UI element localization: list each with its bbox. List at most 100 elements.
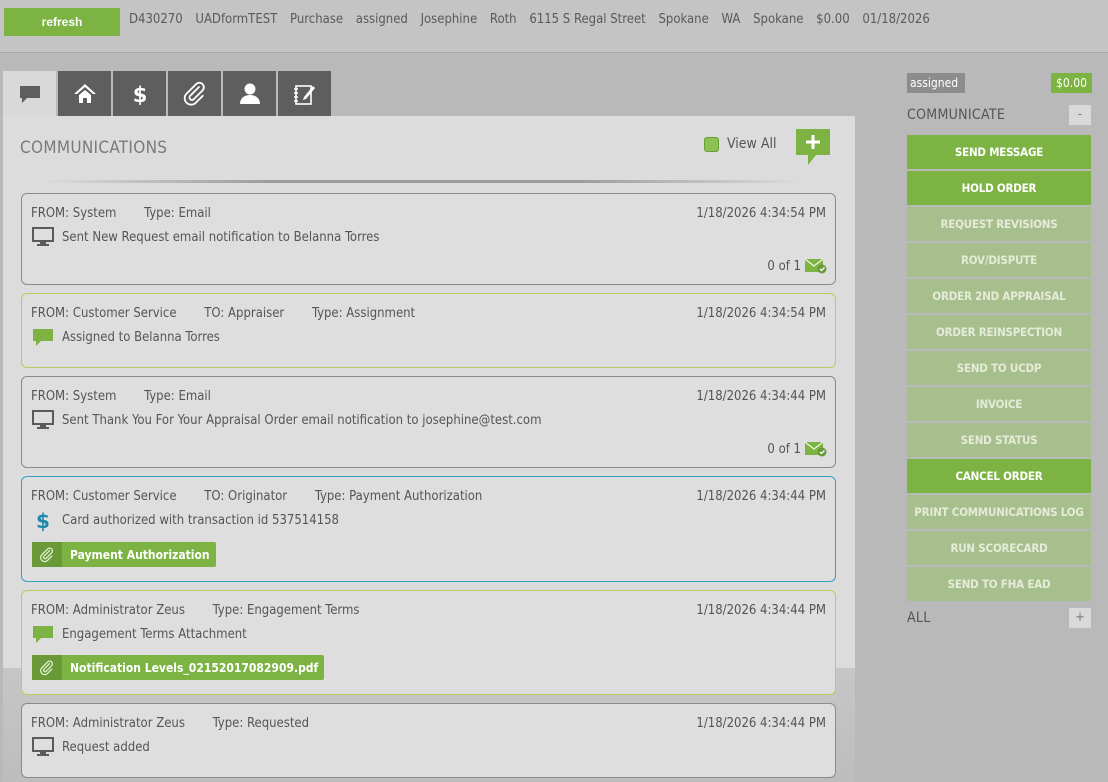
- message-date: 1/18/2026 4:34:44 PM: [696, 389, 826, 404]
- rov-dispute-button[interactable]: ROV/DISPUTE: [907, 243, 1091, 277]
- message-type: Type: Email: [144, 389, 211, 404]
- read-receipt-count[interactable]: 0 of 1: [767, 441, 827, 457]
- property-state: WA: [721, 12, 741, 27]
- order-tabs: $: [3, 71, 333, 116]
- communicate-actions: SEND MESSAGE HOLD ORDER REQUEST REVISION…: [907, 135, 1091, 603]
- message-card[interactable]: FROM: Administrator Zeus Type: Engagemen…: [21, 590, 836, 695]
- property-city: Spokane: [658, 12, 709, 27]
- status-badge: assigned: [907, 73, 965, 93]
- hold-order-button[interactable]: HOLD ORDER: [907, 171, 1091, 205]
- message-type: Type: Payment Authorization: [314, 489, 483, 504]
- message-date: 1/18/2026 4:34:44 PM: [696, 603, 826, 618]
- message-from: FROM: Administrator Zeus: [31, 716, 185, 731]
- attachments-tab[interactable]: [168, 71, 221, 116]
- message-text: Engagement Terms Attachment: [62, 626, 247, 642]
- notes-tab[interactable]: [278, 71, 331, 116]
- message-type: Type: Assignment: [311, 306, 416, 321]
- message-date: 1/18/2026 4:34:54 PM: [696, 206, 826, 221]
- form-type: UADformTEST: [195, 12, 278, 27]
- cancel-order-button[interactable]: CANCEL ORDER: [907, 459, 1091, 493]
- message-card[interactable]: FROM: Administrator Zeus Type: Requested…: [21, 703, 836, 778]
- message-text: Card authorized with transaction id 5375…: [62, 512, 339, 528]
- message-from: FROM: System: [31, 389, 117, 404]
- view-all-checkbox[interactable]: [704, 136, 719, 152]
- message-type: Type: Engagement Terms: [212, 603, 360, 618]
- message-from: FROM: Administrator Zeus: [31, 603, 185, 618]
- attachment-link[interactable]: Notification Levels_02152017082909.pdf: [32, 655, 325, 680]
- send-message-button[interactable]: SEND MESSAGE: [907, 135, 1091, 169]
- property-county: Spokane: [753, 12, 804, 27]
- message-date: 1/18/2026 4:34:54 PM: [696, 306, 826, 321]
- loan-purpose: Purchase: [290, 12, 344, 27]
- speech-bubble-icon: [32, 623, 54, 645]
- message-from: FROM: Customer Service: [31, 306, 177, 321]
- message-from: FROM: System: [31, 206, 117, 221]
- print-communications-log-button[interactable]: PRINT COMMUNICATIONS LOG: [907, 495, 1091, 529]
- borrower-last-name: Roth: [489, 12, 517, 27]
- svg-text:$: $: [36, 509, 50, 532]
- order-id: D430270: [129, 12, 183, 27]
- read-receipt-count[interactable]: 0 of 1: [767, 258, 827, 274]
- view-all-label: View All: [727, 136, 777, 152]
- property-tab[interactable]: [58, 71, 111, 116]
- message-type: Type: Email: [144, 206, 211, 221]
- message-date: 1/18/2026 4:34:44 PM: [696, 489, 826, 504]
- attachment-name: Notification Levels_02152017082909.pdf: [70, 660, 319, 675]
- monitor-icon: [32, 226, 54, 248]
- message-card[interactable]: FROM: System Type: Email 1/18/2026 4:34:…: [21, 376, 836, 468]
- read-count-label: 0 of 1: [767, 258, 801, 274]
- refresh-button[interactable]: refresh: [4, 8, 120, 36]
- read-count-label: 0 of 1: [767, 441, 801, 457]
- message-to: TO: Originator: [204, 489, 288, 504]
- request-revisions-button[interactable]: REQUEST REVISIONS: [907, 207, 1091, 241]
- order-header-bar: refresh D430270 UADformTEST Purchase ass…: [0, 0, 1108, 53]
- invoice-button[interactable]: INVOICE: [907, 387, 1091, 421]
- run-scorecard-button[interactable]: RUN SCORECARD: [907, 531, 1091, 565]
- amount-badge: $0.00: [1051, 73, 1092, 93]
- order-2nd-appraisal-button[interactable]: ORDER 2ND APPRAISAL: [907, 279, 1091, 313]
- property-street: 6115 S Regal Street: [529, 12, 646, 27]
- paperclip-icon: [32, 542, 62, 567]
- message-type: Type: Requested: [212, 716, 310, 731]
- monitor-icon: [32, 409, 54, 431]
- speech-bubble-icon: [19, 85, 40, 103]
- message-card[interactable]: FROM: Customer Service TO: Appraiser Typ…: [21, 293, 836, 368]
- dollar-icon: $: [32, 509, 54, 532]
- send-to-ucdp-button[interactable]: SEND TO UCDP: [907, 351, 1091, 385]
- message-card[interactable]: FROM: Customer Service TO: Originator Ty…: [21, 476, 836, 582]
- message-date: 1/18/2026 4:34:44 PM: [696, 716, 826, 731]
- home-icon: [73, 83, 96, 103]
- view-all-toggle[interactable]: View All: [704, 136, 776, 152]
- paperclip-icon: [183, 81, 205, 106]
- send-to-fha-ead-button[interactable]: SEND TO FHA EAD: [907, 567, 1091, 601]
- message-text: Request added: [62, 739, 150, 755]
- message-text: Assigned to Belanna Torres: [62, 329, 220, 345]
- envelope-check-icon: [805, 441, 827, 457]
- order-reinspection-button[interactable]: ORDER REINSPECTION: [907, 315, 1091, 349]
- attachment-name: Payment Authorization: [70, 547, 210, 562]
- dollar-icon: $: [132, 83, 147, 107]
- message-text: Sent Thank You For Your Appraisal Order …: [62, 412, 542, 428]
- communications-title: COMMUNICATIONS: [20, 138, 168, 158]
- speech-bubble-icon: [32, 326, 54, 348]
- message-card[interactable]: FROM: System Type: Email 1/18/2026 4:34:…: [21, 193, 836, 285]
- fees-tab[interactable]: $: [113, 71, 166, 116]
- envelope-check-icon: [805, 258, 827, 274]
- communicate-section-title: COMMUNICATE: [907, 107, 1006, 123]
- collapse-communicate-button[interactable]: -: [1069, 105, 1091, 125]
- svg-text:$: $: [132, 83, 147, 107]
- notepad-icon: [293, 84, 315, 105]
- expand-all-button[interactable]: +: [1069, 608, 1091, 628]
- message-from: FROM: Customer Service: [31, 489, 177, 504]
- contacts-tab[interactable]: [223, 71, 276, 116]
- messages-tab[interactable]: [3, 71, 56, 116]
- borrower-first-name: Josephine: [420, 12, 478, 27]
- attachment-link[interactable]: Payment Authorization: [32, 542, 216, 567]
- person-icon: [239, 83, 260, 104]
- header-divider: [43, 180, 803, 183]
- add-message-icon[interactable]: [794, 127, 832, 167]
- all-section-title: ALL: [907, 610, 931, 626]
- order-fee: $0.00: [816, 12, 850, 27]
- send-status-button[interactable]: SEND STATUS: [907, 423, 1091, 457]
- paperclip-icon: [32, 655, 62, 680]
